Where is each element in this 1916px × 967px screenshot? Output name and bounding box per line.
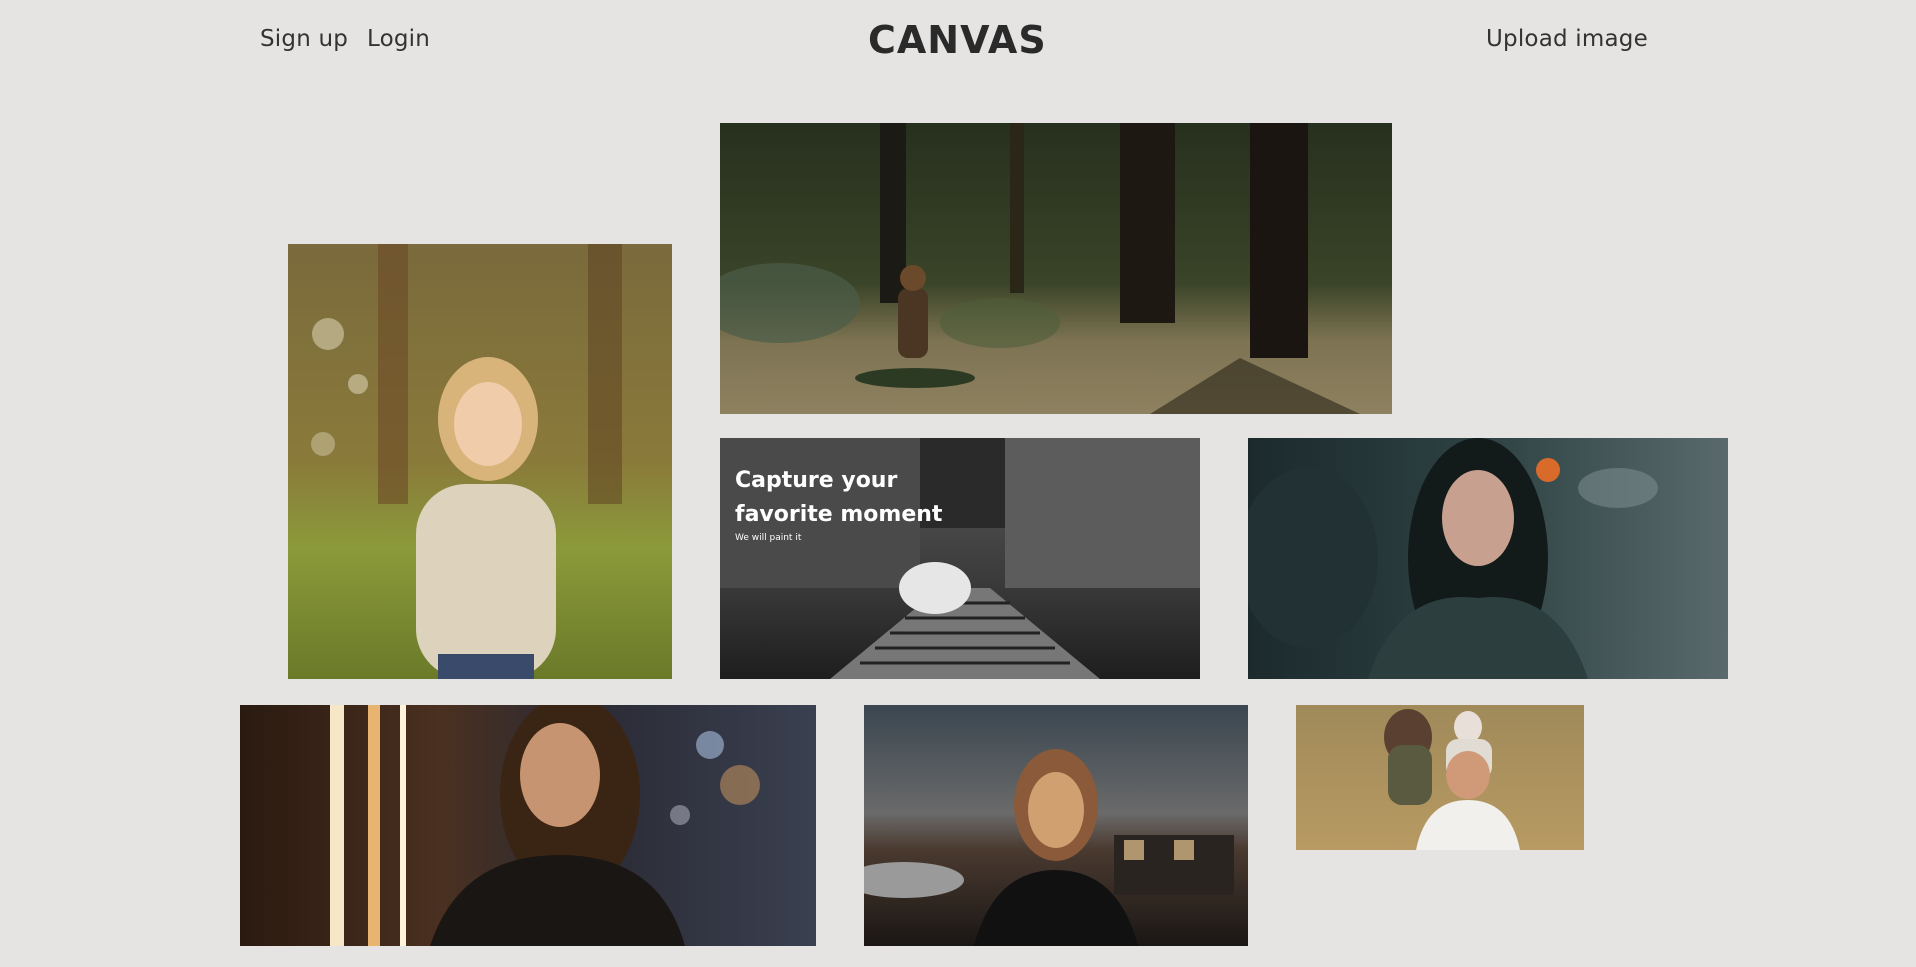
gallery-image-girl[interactable]	[288, 244, 672, 679]
gallery-image-man-glasses[interactable]	[240, 705, 816, 946]
forest-image	[720, 123, 1392, 414]
woman-rain-image	[1248, 438, 1728, 679]
upload-image-link[interactable]: Upload image	[1486, 26, 1648, 52]
girl-image	[288, 244, 672, 679]
gallery-image-sunset-woman[interactable]	[864, 705, 1248, 946]
site-logo[interactable]: CANVAS	[868, 18, 1047, 62]
gallery-image-umbrella-promo[interactable]: Capture your favorite moment We will pain…	[720, 438, 1200, 679]
man-glasses-image	[240, 705, 816, 946]
gallery-image-forest[interactable]	[720, 123, 1392, 414]
promo-title: Capture your favorite moment	[735, 468, 943, 527]
login-link[interactable]: Login	[367, 26, 430, 52]
sunset-woman-image	[864, 705, 1248, 946]
family-image	[1296, 705, 1584, 850]
promo-subtitle: We will paint it	[735, 533, 802, 543]
gallery-image-family[interactable]	[1296, 705, 1584, 850]
gallery-image-woman-rain[interactable]	[1248, 438, 1728, 679]
signup-link[interactable]: Sign up	[260, 26, 348, 52]
